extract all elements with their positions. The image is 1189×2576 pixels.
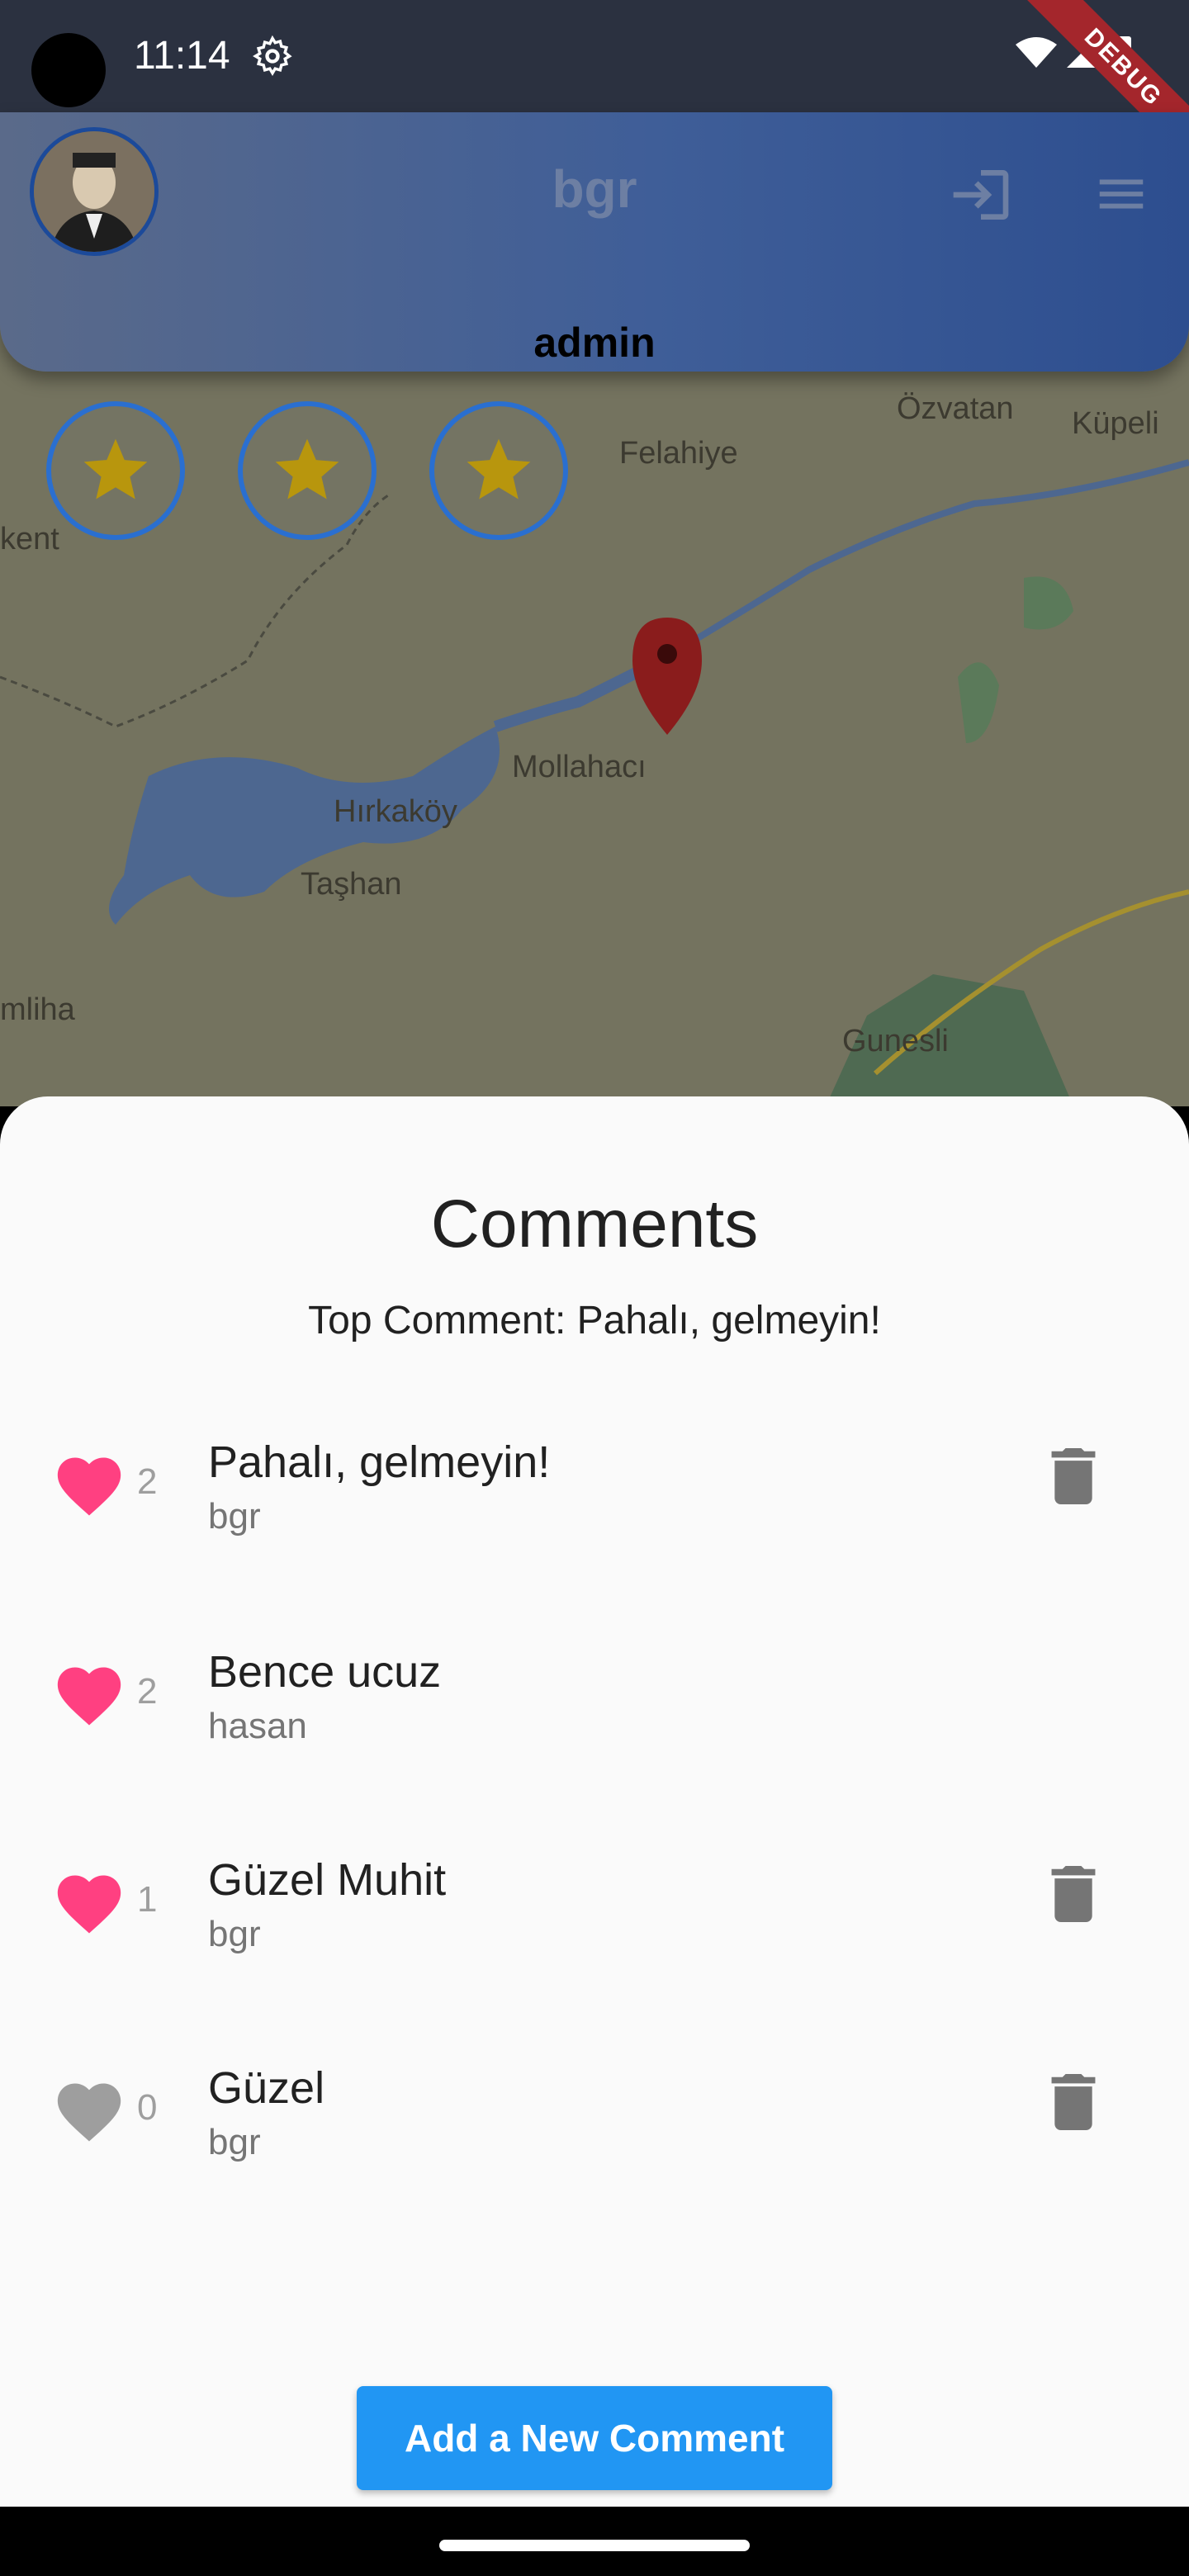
camera-cutout — [31, 33, 106, 107]
map-label-kent: kent — [0, 522, 59, 556]
like-count: 0 — [137, 2087, 158, 2128]
comment-row: 1 Güzel Muhit bgr — [0, 1838, 1189, 1970]
heart-icon[interactable] — [51, 1658, 127, 1727]
comment-author: bgr — [208, 1496, 261, 1537]
login-icon[interactable] — [948, 162, 1014, 228]
star-button-1[interactable] — [46, 401, 185, 540]
delete-trash-icon[interactable] — [1050, 2074, 1097, 2130]
comment-row: 2 Pahalı, gelmeyin! bgr — [0, 1420, 1189, 1552]
comment-author: bgr — [208, 2122, 261, 2162]
heart-icon[interactable] — [51, 1866, 127, 1935]
star-button-2[interactable] — [238, 401, 377, 540]
comment-text: Bence ucuz — [208, 1647, 442, 1697]
delete-trash-icon[interactable] — [1050, 1866, 1097, 1922]
map-label-tashan: Taşhan — [301, 867, 402, 902]
sheet-title: Comments — [430, 1186, 759, 1262]
star-icon — [467, 438, 531, 500]
map-label-felahiye: Felahiye — [619, 436, 738, 471]
status-time: 11:14 — [134, 34, 230, 78]
map-label-ozvatan: Özvatan — [897, 391, 1014, 426]
like-count: 1 — [137, 1879, 158, 1920]
star-icon — [83, 438, 148, 500]
comment-text: Güzel Muhit — [208, 1855, 447, 1905]
comment-author: bgr — [208, 1914, 261, 1954]
settings-gear-icon — [253, 35, 292, 76]
comment-text: Pahalı, gelmeyin! — [208, 1437, 551, 1487]
map-label-gunesli: Gunesli — [842, 1024, 949, 1058]
top-comment-label: Top Comment: Pahalı, gelmeyin! — [308, 1299, 881, 1342]
heart-outline-icon[interactable] — [51, 2074, 127, 2143]
comments-sheet: Comments Top Comment: Pahalı, gelmeyin! … — [0, 1096, 1189, 2507]
star-icon — [275, 438, 339, 500]
add-comment-button[interactable]: Add a New Comment — [357, 2386, 832, 2490]
status-bar: 11:14 DEBUG — [0, 0, 1189, 170]
username-label: admin — [533, 320, 656, 366]
delete-trash-icon[interactable] — [1050, 1448, 1097, 1504]
heart-icon[interactable] — [51, 1448, 127, 1518]
map-label-hirkakoy: Hırkaköy — [334, 794, 457, 829]
comment-row: 2 Bence ucuz hasan — [0, 1630, 1189, 1762]
map-label-mollahaci: Mollahacı — [512, 750, 647, 784]
map-label-kupeli: Küpeli — [1072, 406, 1159, 441]
star-button-3[interactable] — [429, 401, 568, 540]
comment-author: hasan — [208, 1706, 307, 1746]
map-label-mliha: mliha — [0, 992, 75, 1027]
home-gesture-handle[interactable] — [439, 2540, 750, 2551]
comment-text: Güzel — [208, 2063, 325, 2113]
system-nav-bar — [0, 2507, 1189, 2576]
comment-row: 0 Güzel bgr — [0, 2046, 1189, 2178]
app-bar: bgr admin — [0, 112, 1189, 372]
like-count: 2 — [137, 1461, 158, 1502]
like-count: 2 — [137, 1671, 158, 1712]
hamburger-menu-icon[interactable] — [1090, 165, 1153, 223]
